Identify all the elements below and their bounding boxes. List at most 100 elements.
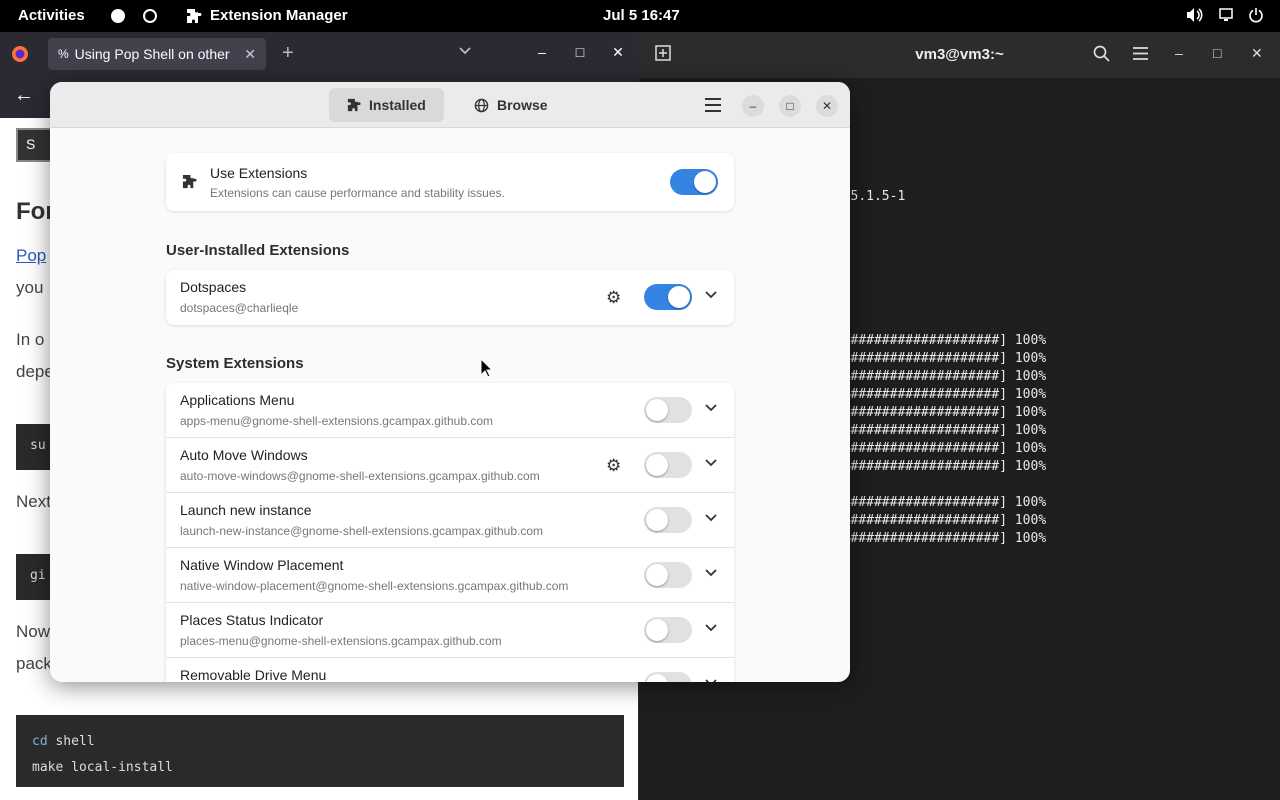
extension-manager-window: Installed Browse – □ ✕ Use Extensions Ex… bbox=[50, 82, 850, 682]
puzzle-icon bbox=[182, 174, 197, 189]
maximize-button[interactable]: □ bbox=[779, 95, 801, 117]
use-extensions-card: Use Extensions Extensions can cause perf… bbox=[166, 153, 734, 211]
extension-name: Native Window Placement bbox=[180, 557, 344, 573]
minimize-button[interactable]: – bbox=[1175, 45, 1183, 61]
extension-row[interactable]: Removable Drive Menu bbox=[166, 658, 734, 682]
maximize-button[interactable]: □ bbox=[570, 44, 590, 64]
top-bar: Activities Extension Manager Jul 5 16:47 bbox=[0, 0, 1280, 32]
close-button[interactable]: ✕ bbox=[1251, 45, 1263, 62]
code-text: su bbox=[30, 438, 46, 453]
extension-row[interactable]: Places Status Indicator places-menu@gnome… bbox=[166, 603, 734, 658]
code-line: cd shell bbox=[32, 729, 608, 755]
extension-row[interactable]: Launch new instance launch-new-instance@g… bbox=[166, 493, 734, 548]
mouse-cursor-icon bbox=[480, 358, 494, 378]
gear-icon[interactable]: ⚙ bbox=[606, 456, 621, 476]
chevron-down-icon[interactable] bbox=[704, 456, 718, 470]
user-extensions-heading: User-Installed Extensions bbox=[166, 242, 350, 259]
extension-row[interactable]: Applications Menu apps-menu@gnome-shell-e… bbox=[166, 383, 734, 438]
minimize-button[interactable]: – bbox=[532, 44, 552, 64]
new-tab-button[interactable]: + bbox=[282, 42, 294, 65]
page-heading: For bbox=[16, 198, 55, 225]
extension-name: Applications Menu bbox=[180, 392, 295, 408]
code-keyword: cd bbox=[32, 734, 48, 749]
extension-toggle[interactable] bbox=[644, 617, 692, 643]
app-menu[interactable]: Extension Manager bbox=[186, 7, 348, 24]
page-paragraph: depe bbox=[16, 362, 54, 381]
tab-browse-label: Browse bbox=[497, 97, 548, 113]
extension-uuid: native-window-placement@gnome-shell-exte… bbox=[180, 579, 569, 593]
extension-toggle[interactable] bbox=[644, 284, 692, 310]
page-link[interactable]: Pop bbox=[16, 246, 46, 265]
extension-uuid: places-menu@gnome-shell-extensions.gcamp… bbox=[180, 634, 502, 648]
extension-toggle[interactable] bbox=[644, 507, 692, 533]
extension-toggle[interactable] bbox=[644, 562, 692, 588]
page-paragraph: Next bbox=[16, 492, 51, 511]
chevron-down-icon[interactable] bbox=[704, 676, 718, 682]
chevron-down-icon[interactable] bbox=[704, 511, 718, 525]
back-arrow-icon[interactable]: ← bbox=[14, 84, 34, 107]
extension-list-view[interactable]: Use Extensions Extensions can cause perf… bbox=[50, 129, 850, 682]
power-icon bbox=[1249, 8, 1263, 23]
system-tray[interactable] bbox=[1186, 7, 1264, 23]
puzzle-icon bbox=[187, 8, 202, 23]
extension-name: Auto Move Windows bbox=[180, 447, 308, 463]
use-extensions-toggle[interactable] bbox=[670, 169, 718, 195]
network-icon bbox=[1219, 8, 1233, 21]
extension-uuid: apps-menu@gnome-shell-extensions.gcampax… bbox=[180, 414, 494, 428]
extension-toggle[interactable] bbox=[644, 452, 692, 478]
close-button[interactable]: ✕ bbox=[608, 44, 628, 64]
clock[interactable]: Jul 5 16:47 bbox=[603, 7, 680, 24]
gear-icon[interactable]: ⚙ bbox=[606, 288, 621, 308]
terminal-header: vm3@vm3:~ – □ ✕ bbox=[639, 32, 1280, 78]
hamburger-menu-icon[interactable] bbox=[702, 94, 724, 116]
extension-row[interactable]: Dotspaces dotspaces@charlieqle ⚙ bbox=[166, 270, 734, 325]
page-paragraph: Pop bbox=[16, 246, 46, 266]
tab-browse[interactable]: Browse bbox=[456, 88, 566, 122]
hamburger-menu-icon[interactable] bbox=[1132, 45, 1149, 62]
search-icon[interactable] bbox=[1093, 45, 1110, 62]
puzzle-icon bbox=[347, 98, 361, 112]
globe-icon bbox=[474, 98, 489, 112]
code-text: gi bbox=[30, 568, 46, 583]
tab-installed[interactable]: Installed bbox=[329, 88, 444, 122]
app-menu-label: Extension Manager bbox=[210, 7, 348, 24]
header-bar: Installed Browse – □ ✕ bbox=[50, 82, 850, 128]
chevron-down-icon[interactable] bbox=[704, 401, 718, 415]
extension-row[interactable]: Native Window Placement native-window-pla… bbox=[166, 548, 734, 603]
extension-name: Launch new instance bbox=[180, 502, 312, 518]
page-paragraph: you bbox=[16, 278, 44, 297]
extension-uuid: launch-new-instance@gnome-shell-extensio… bbox=[180, 524, 544, 538]
tab-favicon-icon: % bbox=[58, 47, 69, 61]
extension-name: Removable Drive Menu bbox=[180, 667, 327, 682]
tab-installed-label: Installed bbox=[369, 97, 426, 113]
extension-uuid: auto-move-windows@gnome-shell-extensions… bbox=[180, 469, 540, 483]
page-paragraph: Now bbox=[16, 622, 51, 641]
extension-uuid: dotspaces@charlieqle bbox=[180, 301, 299, 315]
tab-title: Using Pop Shell on other bbox=[74, 46, 230, 62]
chevron-down-icon[interactable] bbox=[704, 621, 718, 635]
browser-tab[interactable]: % Using Pop Shell on other ✕ bbox=[48, 38, 266, 70]
browser-tab-bar: % Using Pop Shell on other ✕ + – □ ✕ bbox=[0, 32, 638, 76]
activities-button[interactable]: Activities bbox=[18, 7, 85, 24]
extension-row[interactable]: Auto Move Windows auto-move-windows@gnome… bbox=[166, 438, 734, 493]
terminal-title: vm3@vm3:~ bbox=[915, 46, 1004, 63]
page-paragraph: pack bbox=[16, 654, 52, 673]
workspace-indicator-active[interactable] bbox=[111, 9, 125, 23]
chevron-down-icon[interactable] bbox=[704, 288, 718, 302]
workspace-indicator[interactable] bbox=[143, 9, 157, 23]
volume-icon bbox=[1187, 8, 1203, 22]
use-extensions-title: Use Extensions bbox=[210, 165, 308, 181]
firefox-icon[interactable] bbox=[11, 45, 29, 63]
code-text: shell bbox=[47, 734, 95, 749]
extension-toggle[interactable] bbox=[644, 397, 692, 423]
close-button[interactable]: ✕ bbox=[816, 95, 838, 117]
extension-toggle[interactable] bbox=[644, 672, 692, 682]
chevron-down-icon[interactable] bbox=[458, 44, 472, 58]
system-extensions-heading: System Extensions bbox=[166, 355, 304, 372]
close-tab-icon[interactable]: ✕ bbox=[244, 46, 256, 63]
minimize-button[interactable]: – bbox=[742, 95, 764, 117]
maximize-button[interactable]: □ bbox=[1213, 45, 1221, 61]
code-block: cd shell make local-install bbox=[16, 715, 624, 787]
chevron-down-icon[interactable] bbox=[704, 566, 718, 580]
user-extensions-list: Dotspaces dotspaces@charlieqle ⚙ bbox=[166, 270, 734, 325]
